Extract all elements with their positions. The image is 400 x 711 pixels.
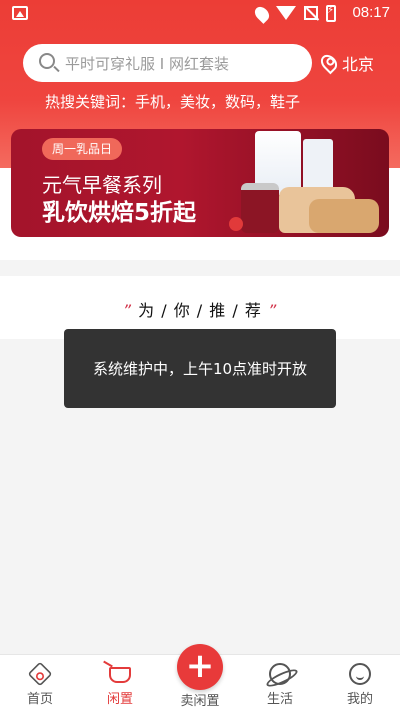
search-icon <box>39 53 55 69</box>
home-icon <box>27 661 53 687</box>
quote-close: ” <box>267 301 278 320</box>
location-icon <box>252 4 272 24</box>
sell-button-label[interactable]: 卖闲置 <box>160 690 240 709</box>
city-name: 北京 <box>342 55 375 74</box>
planet-icon <box>269 663 291 685</box>
tab-idle-label: 闲置 <box>106 692 133 707</box>
bread-slice-image <box>309 199 379 233</box>
strawberry-image <box>229 217 243 231</box>
search-placeholder: 平时可穿礼服 I 网红套装 <box>65 55 229 73</box>
status-time: 08:17 <box>352 4 390 21</box>
battery-icon <box>326 4 336 22</box>
recommend-title: ” 为 / 你 / 推 / 荐 ” <box>0 297 400 321</box>
cart-icon <box>109 667 131 683</box>
tab-mine-label: 我的 <box>346 692 373 707</box>
tab-life[interactable]: 生活 <box>240 655 320 711</box>
maintenance-toast: 系统维护中，上午10点准时开放 <box>64 329 336 408</box>
tab-mine[interactable]: 我的 <box>320 655 400 711</box>
tab-life-label: 生活 <box>266 692 293 707</box>
tab-home-label: 首页 <box>26 692 53 707</box>
tab-idle[interactable]: 闲置 <box>80 655 160 711</box>
tab-home[interactable]: 首页 <box>0 655 80 711</box>
city-selector[interactable]: 北京 <box>317 50 375 76</box>
location-pin-icon <box>317 51 341 75</box>
no-signal-icon <box>304 6 318 20</box>
recommend-title-text: 为 / 你 / 推 / 荐 <box>138 301 262 320</box>
banner-subheadline: 乳饮烘焙5折起 <box>42 200 197 226</box>
promo-banner[interactable]: 周一乳品日 元气早餐系列 乳饮烘焙5折起 <box>11 129 389 237</box>
banner-product-image <box>215 129 389 237</box>
profile-icon <box>349 663 371 685</box>
sell-button[interactable]: + <box>177 644 223 690</box>
banner-tag: 周一乳品日 <box>42 138 123 160</box>
hot-keywords: 热搜关键词：手机，美妆，数码，鞋子 <box>45 93 301 111</box>
status-icons <box>252 4 336 24</box>
status-bar: 08:17 <box>0 0 400 28</box>
image-icon <box>12 6 28 20</box>
jam-jar-image <box>241 183 279 233</box>
wifi-icon <box>276 6 296 20</box>
quote-open: ” <box>122 301 133 320</box>
search-bar[interactable]: 平时可穿礼服 I 网红套装 <box>23 44 312 82</box>
plus-icon: + <box>185 646 215 686</box>
